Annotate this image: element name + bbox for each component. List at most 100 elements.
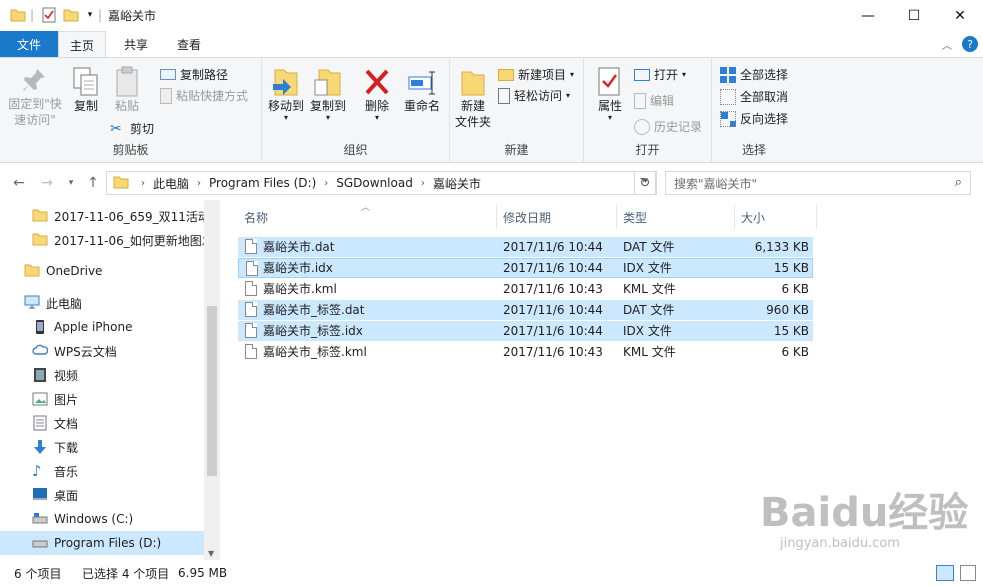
nav-item-label: Windows (C:) bbox=[54, 512, 134, 526]
help-icon[interactable]: ? bbox=[962, 36, 978, 52]
scroll-down-arrow-icon[interactable]: ▼ bbox=[208, 549, 214, 558]
address-box[interactable]: › 此电脑 › Program Files (D:) › SGDownload … bbox=[106, 171, 657, 195]
file-icon bbox=[245, 302, 257, 317]
new-folder-quick-icon[interactable] bbox=[62, 6, 80, 24]
file-size: 15 KB bbox=[773, 261, 809, 275]
breadcrumb-drive-d[interactable]: Program Files (D:) bbox=[209, 176, 316, 190]
nav-item-drive-c[interactable]: Windows (C:) bbox=[32, 507, 133, 531]
tab-home[interactable]: 主页 bbox=[58, 31, 106, 58]
column-header-type[interactable]: 类型 bbox=[617, 205, 735, 229]
copy-path-button[interactable]: 复制路径 bbox=[160, 66, 228, 83]
recent-locations-chevron-icon[interactable]: ▾ bbox=[62, 174, 80, 192]
rename-button[interactable]: 重命名 bbox=[400, 66, 444, 114]
nav-item-folder[interactable]: 2017-11-06_659_双11活动汇 bbox=[32, 204, 220, 228]
refresh-icon[interactable]: ↻ bbox=[634, 171, 656, 195]
music-note-icon: ♪ bbox=[32, 462, 42, 480]
file-date: 2017/11/6 10:43 bbox=[503, 345, 603, 359]
column-header-date[interactable]: 修改日期 bbox=[497, 205, 617, 229]
tab-view[interactable]: 查看 bbox=[164, 31, 214, 57]
breadcrumb-sgdownload[interactable]: SGDownload bbox=[336, 176, 413, 190]
document-icon bbox=[32, 415, 48, 431]
new-item-button[interactable]: 新建项目 ▾ bbox=[498, 66, 574, 83]
history-button[interactable]: 历史记录 bbox=[634, 118, 702, 135]
nav-item-this-pc[interactable]: 此电脑 bbox=[24, 291, 82, 315]
table-row[interactable]: 嘉峪关市_标签.idx 2017/11/6 10:44 IDX 文件 15 KB bbox=[238, 321, 813, 341]
item-count: 6 个项目 bbox=[14, 566, 62, 581]
paste-shortcut-button[interactable]: 粘贴快捷方式 bbox=[160, 87, 248, 104]
nav-item-onedrive[interactable]: OneDrive bbox=[24, 259, 102, 283]
file-name: 嘉峪关市.idx bbox=[263, 261, 333, 275]
forward-arrow-icon[interactable]: → bbox=[38, 174, 56, 192]
select-group-label: 选择 bbox=[741, 143, 766, 157]
close-button[interactable]: ✕ bbox=[937, 0, 983, 31]
select-none-icon bbox=[720, 88, 736, 105]
nav-item-wps-cloud[interactable]: WPS云文档 bbox=[32, 339, 117, 363]
file-icon bbox=[245, 281, 257, 296]
nav-item-iphone[interactable]: Apple iPhone bbox=[32, 315, 132, 339]
nav-item-desktop[interactable]: 桌面 bbox=[32, 483, 78, 507]
table-row[interactable]: 嘉峪关市.kml 2017/11/6 10:43 KML 文件 6 KB bbox=[238, 279, 813, 299]
nav-item-videos[interactable]: 视频 bbox=[32, 363, 78, 387]
nav-item-label: WPS云文档 bbox=[54, 344, 117, 359]
back-arrow-icon[interactable]: ← bbox=[10, 174, 28, 192]
tab-share[interactable]: 共享 bbox=[112, 31, 160, 57]
select-none-button[interactable]: 全部取消 bbox=[720, 88, 788, 105]
nav-item-folder[interactable]: 2017-11-06_如何更新地图发 bbox=[32, 228, 214, 252]
nav-item-drive-d[interactable]: Program Files (D:) bbox=[0, 531, 204, 555]
easy-access-button[interactable]: 轻松访问 ▾ bbox=[498, 87, 570, 104]
customize-quick-access-icon[interactable]: ▾ bbox=[84, 6, 96, 24]
nav-item-pictures[interactable]: 图片 bbox=[32, 387, 78, 411]
download-arrow-icon bbox=[32, 439, 48, 455]
pin-quick-access-button[interactable]: 固定到"快速访问" bbox=[6, 66, 64, 128]
collapse-ribbon-icon[interactable]: ︿ bbox=[942, 37, 952, 52]
copy-to-button[interactable]: 复制到 ▾ bbox=[308, 66, 348, 122]
move-to-button[interactable]: 移动到 ▾ bbox=[266, 66, 306, 122]
nav-item-label: 此电脑 bbox=[46, 296, 83, 311]
up-arrow-icon[interactable]: ↑ bbox=[84, 174, 102, 192]
baidu-jingyan-watermark: Baidu经验 jingyan.baidu.com bbox=[760, 480, 980, 570]
table-row[interactable]: 嘉峪关市_标签.dat 2017/11/6 10:44 DAT 文件 960 K… bbox=[238, 300, 813, 320]
search-input[interactable]: 搜索"嘉峪关市" ⌕ bbox=[665, 171, 971, 195]
file-date: 2017/11/6 10:44 bbox=[503, 240, 603, 254]
properties-button[interactable]: 属性 ▾ bbox=[592, 66, 628, 122]
nav-scrollbar-thumb[interactable] bbox=[207, 306, 217, 476]
open-group-label: 打开 bbox=[635, 143, 660, 157]
new-folder-button[interactable]: 新建 文件夹 bbox=[452, 66, 494, 130]
folder-icon bbox=[32, 232, 48, 248]
large-icons-view-icon[interactable] bbox=[960, 565, 976, 581]
group-select: 全部选择 全部取消 反向选择 选择 bbox=[712, 58, 796, 162]
nav-item-music[interactable]: ♪ 音乐 bbox=[32, 459, 78, 483]
delete-button[interactable]: 删除 ▾ bbox=[360, 66, 394, 122]
breadcrumb-this-pc[interactable]: 此电脑 bbox=[153, 175, 189, 192]
column-header-size[interactable]: 大小 bbox=[735, 205, 817, 229]
minimize-button[interactable]: — bbox=[845, 0, 891, 31]
properties-quick-icon[interactable] bbox=[40, 6, 58, 24]
move-to-icon bbox=[273, 69, 298, 96]
breadcrumb-current[interactable]: 嘉峪关市 bbox=[433, 175, 481, 192]
select-all-button[interactable]: 全部选择 bbox=[720, 66, 788, 83]
rename-label: 重命名 bbox=[403, 99, 440, 113]
paste-icon bbox=[116, 66, 138, 97]
tab-file[interactable]: 文件 bbox=[0, 31, 58, 57]
nav-scrollbar[interactable]: ▼ bbox=[204, 200, 220, 560]
column-header-name[interactable]: 名称 bbox=[238, 205, 497, 229]
nav-item-downloads[interactable]: 下载 bbox=[32, 435, 78, 459]
paste-button[interactable]: 粘贴 bbox=[108, 66, 146, 114]
table-row[interactable]: 嘉峪关市_标签.kml 2017/11/6 10:43 KML 文件 6 KB bbox=[238, 342, 813, 362]
delete-label: 删除 bbox=[364, 99, 389, 113]
open-button[interactable]: 打开 ▾ bbox=[634, 66, 686, 83]
details-view-icon[interactable] bbox=[936, 565, 954, 581]
maximize-button[interactable]: ☐ bbox=[891, 0, 937, 31]
table-row[interactable]: 嘉峪关市.idx 2017/11/6 10:44 IDX 文件 15 KB bbox=[238, 258, 813, 278]
copy-button[interactable]: 复制 bbox=[68, 66, 104, 114]
search-icon[interactable]: ⌕ bbox=[955, 175, 962, 190]
address-bar-row: ← → ▾ ↑ › 此电脑 › Program Files (D:) › SGD… bbox=[0, 166, 983, 200]
file-date: 2017/11/6 10:43 bbox=[503, 282, 603, 296]
watermark-logo-text: Baidu经验 bbox=[760, 490, 969, 536]
invert-selection-button[interactable]: 反向选择 bbox=[720, 110, 788, 127]
cut-button[interactable]: ✂ 剪切 bbox=[110, 120, 154, 137]
edit-button[interactable]: 编辑 bbox=[634, 92, 674, 109]
table-row[interactable]: 嘉峪关市.dat 2017/11/6 10:44 DAT 文件 6,133 KB bbox=[238, 237, 813, 257]
file-icon bbox=[245, 323, 257, 338]
nav-item-documents[interactable]: 文档 bbox=[32, 411, 78, 435]
